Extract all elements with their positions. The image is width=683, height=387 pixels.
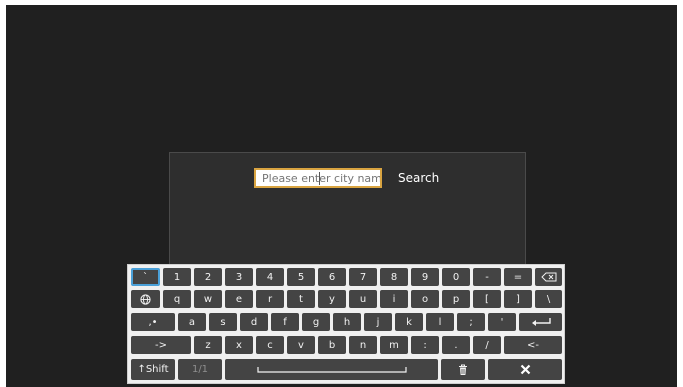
search-button[interactable]: Search xyxy=(398,171,439,185)
key-l[interactable]: l xyxy=(426,313,454,331)
text-cursor xyxy=(319,172,320,185)
key-4[interactable]: 4 xyxy=(256,268,284,286)
shift-key[interactable]: ↑Shift xyxy=(131,359,175,380)
key-0[interactable]: 0 xyxy=(442,268,470,286)
key-2[interactable]: 2 xyxy=(194,268,222,286)
key-o[interactable]: o xyxy=(411,290,439,308)
key-s[interactable]: s xyxy=(209,313,237,331)
key-y[interactable]: y xyxy=(318,290,346,308)
delete-key[interactable] xyxy=(441,359,485,380)
key-apostrophe[interactable]: ' xyxy=(488,313,516,331)
key-3[interactable]: 3 xyxy=(225,268,253,286)
key-punctuation[interactable]: ,• xyxy=(131,313,175,331)
key-d[interactable]: d xyxy=(240,313,268,331)
key-7[interactable]: 7 xyxy=(349,268,377,286)
key-backspace[interactable] xyxy=(535,268,562,286)
key-period[interactable]: . xyxy=(442,336,470,354)
space-bar-icon xyxy=(256,366,407,373)
key-9[interactable]: 9 xyxy=(411,268,439,286)
key-p[interactable]: p xyxy=(442,290,470,308)
key-q[interactable]: q xyxy=(163,290,191,308)
key-t[interactable]: t xyxy=(287,290,315,308)
close-keyboard-key[interactable] xyxy=(488,359,562,380)
enter-icon xyxy=(531,318,551,326)
key-cursor-left[interactable]: <- xyxy=(504,336,562,354)
key-x[interactable]: x xyxy=(225,336,253,354)
city-search-dialog: Search xyxy=(169,152,526,272)
key-minus[interactable]: - xyxy=(473,268,501,286)
key-u[interactable]: u xyxy=(349,290,377,308)
key-a[interactable]: a xyxy=(178,313,206,331)
key-g[interactable]: g xyxy=(302,313,330,331)
key-right-bracket[interactable]: ] xyxy=(504,290,532,308)
key-slash[interactable]: / xyxy=(473,336,501,354)
key-colon[interactable]: : xyxy=(411,336,439,354)
page-indicator-key[interactable]: 1/1 xyxy=(178,359,222,380)
key-r[interactable]: r xyxy=(256,290,284,308)
key-8[interactable]: 8 xyxy=(380,268,408,286)
key-c[interactable]: c xyxy=(256,336,284,354)
key-semicolon[interactable]: ; xyxy=(457,313,485,331)
key-left-bracket[interactable]: [ xyxy=(473,290,501,308)
key-cursor-right[interactable]: -> xyxy=(131,336,191,354)
key-e[interactable]: e xyxy=(225,290,253,308)
on-screen-keyboard: ` 1 2 3 4 5 6 7 8 9 0 - = q w e r t y u … xyxy=(127,264,565,384)
key-enter[interactable] xyxy=(519,313,562,331)
key-v[interactable]: v xyxy=(287,336,315,354)
key-6[interactable]: 6 xyxy=(318,268,346,286)
key-globe[interactable] xyxy=(131,290,160,308)
backspace-icon xyxy=(540,272,556,282)
key-backslash[interactable]: \ xyxy=(535,290,562,308)
key-f[interactable]: f xyxy=(271,313,299,331)
key-h[interactable]: h xyxy=(333,313,361,331)
key-m[interactable]: m xyxy=(380,336,408,354)
key-w[interactable]: w xyxy=(194,290,222,308)
key-b[interactable]: b xyxy=(318,336,346,354)
close-icon xyxy=(520,364,530,375)
key-n[interactable]: n xyxy=(349,336,377,354)
city-search-input[interactable] xyxy=(254,168,382,188)
space-bar-key[interactable] xyxy=(225,359,438,380)
key-k[interactable]: k xyxy=(395,313,423,331)
key-equals[interactable]: = xyxy=(504,268,532,286)
key-z[interactable]: z xyxy=(194,336,222,354)
key-i[interactable]: i xyxy=(380,290,408,308)
key-j[interactable]: j xyxy=(364,313,392,331)
key-5[interactable]: 5 xyxy=(287,268,315,286)
key-1[interactable]: 1 xyxy=(163,268,191,286)
trash-icon xyxy=(459,364,467,375)
globe-icon xyxy=(140,293,151,305)
key-backtick[interactable]: ` xyxy=(131,268,160,286)
